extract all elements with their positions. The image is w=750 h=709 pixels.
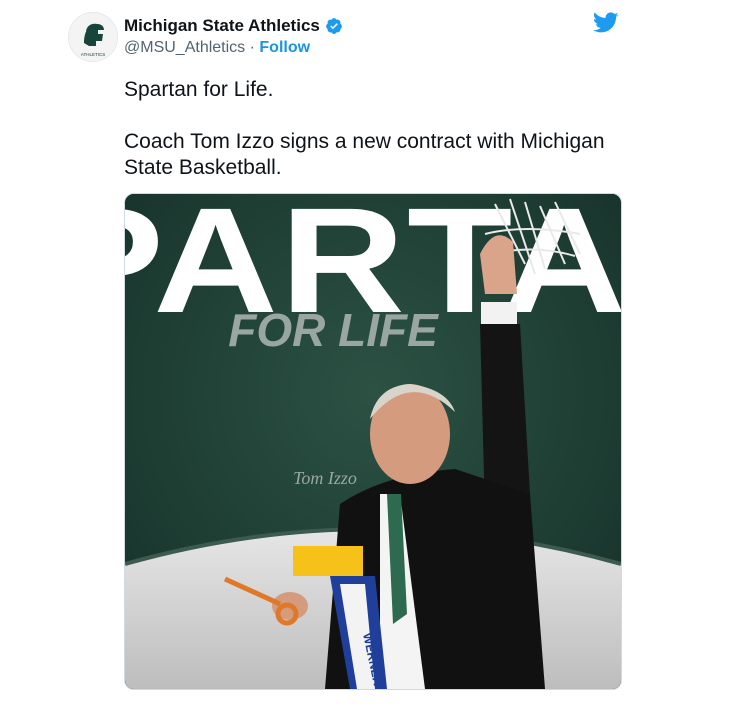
media-subheadline: FOR LIFE: [228, 304, 439, 356]
verified-badge-icon: [325, 18, 342, 34]
media-signature: Tom Izzo: [293, 468, 357, 488]
twitter-bird-icon[interactable]: [593, 12, 619, 34]
spartan-helmet-logo: ATHLETICS: [69, 13, 117, 61]
tweet-media-image[interactable]: SPARTAN FOR LIFE Tom Izzo: [124, 193, 622, 690]
follow-button[interactable]: Follow: [259, 39, 310, 56]
media-artwork: SPARTAN FOR LIFE Tom Izzo: [125, 194, 621, 689]
author-display-name[interactable]: Michigan State Athletics: [124, 16, 320, 36]
author-avatar[interactable]: ATHLETICS: [68, 12, 118, 62]
author-handle[interactable]: @MSU_Athletics: [124, 39, 245, 56]
avatar-logo-text: ATHLETICS: [81, 52, 105, 57]
handle-separator: ·: [249, 39, 255, 56]
tweet-text: Spartan for Life. Coach Tom Izzo signs a…: [124, 78, 605, 179]
author-name-row: Michigan State Athletics: [124, 16, 343, 36]
author-handle-row: @MSU_Athletics · Follow: [124, 39, 310, 57]
